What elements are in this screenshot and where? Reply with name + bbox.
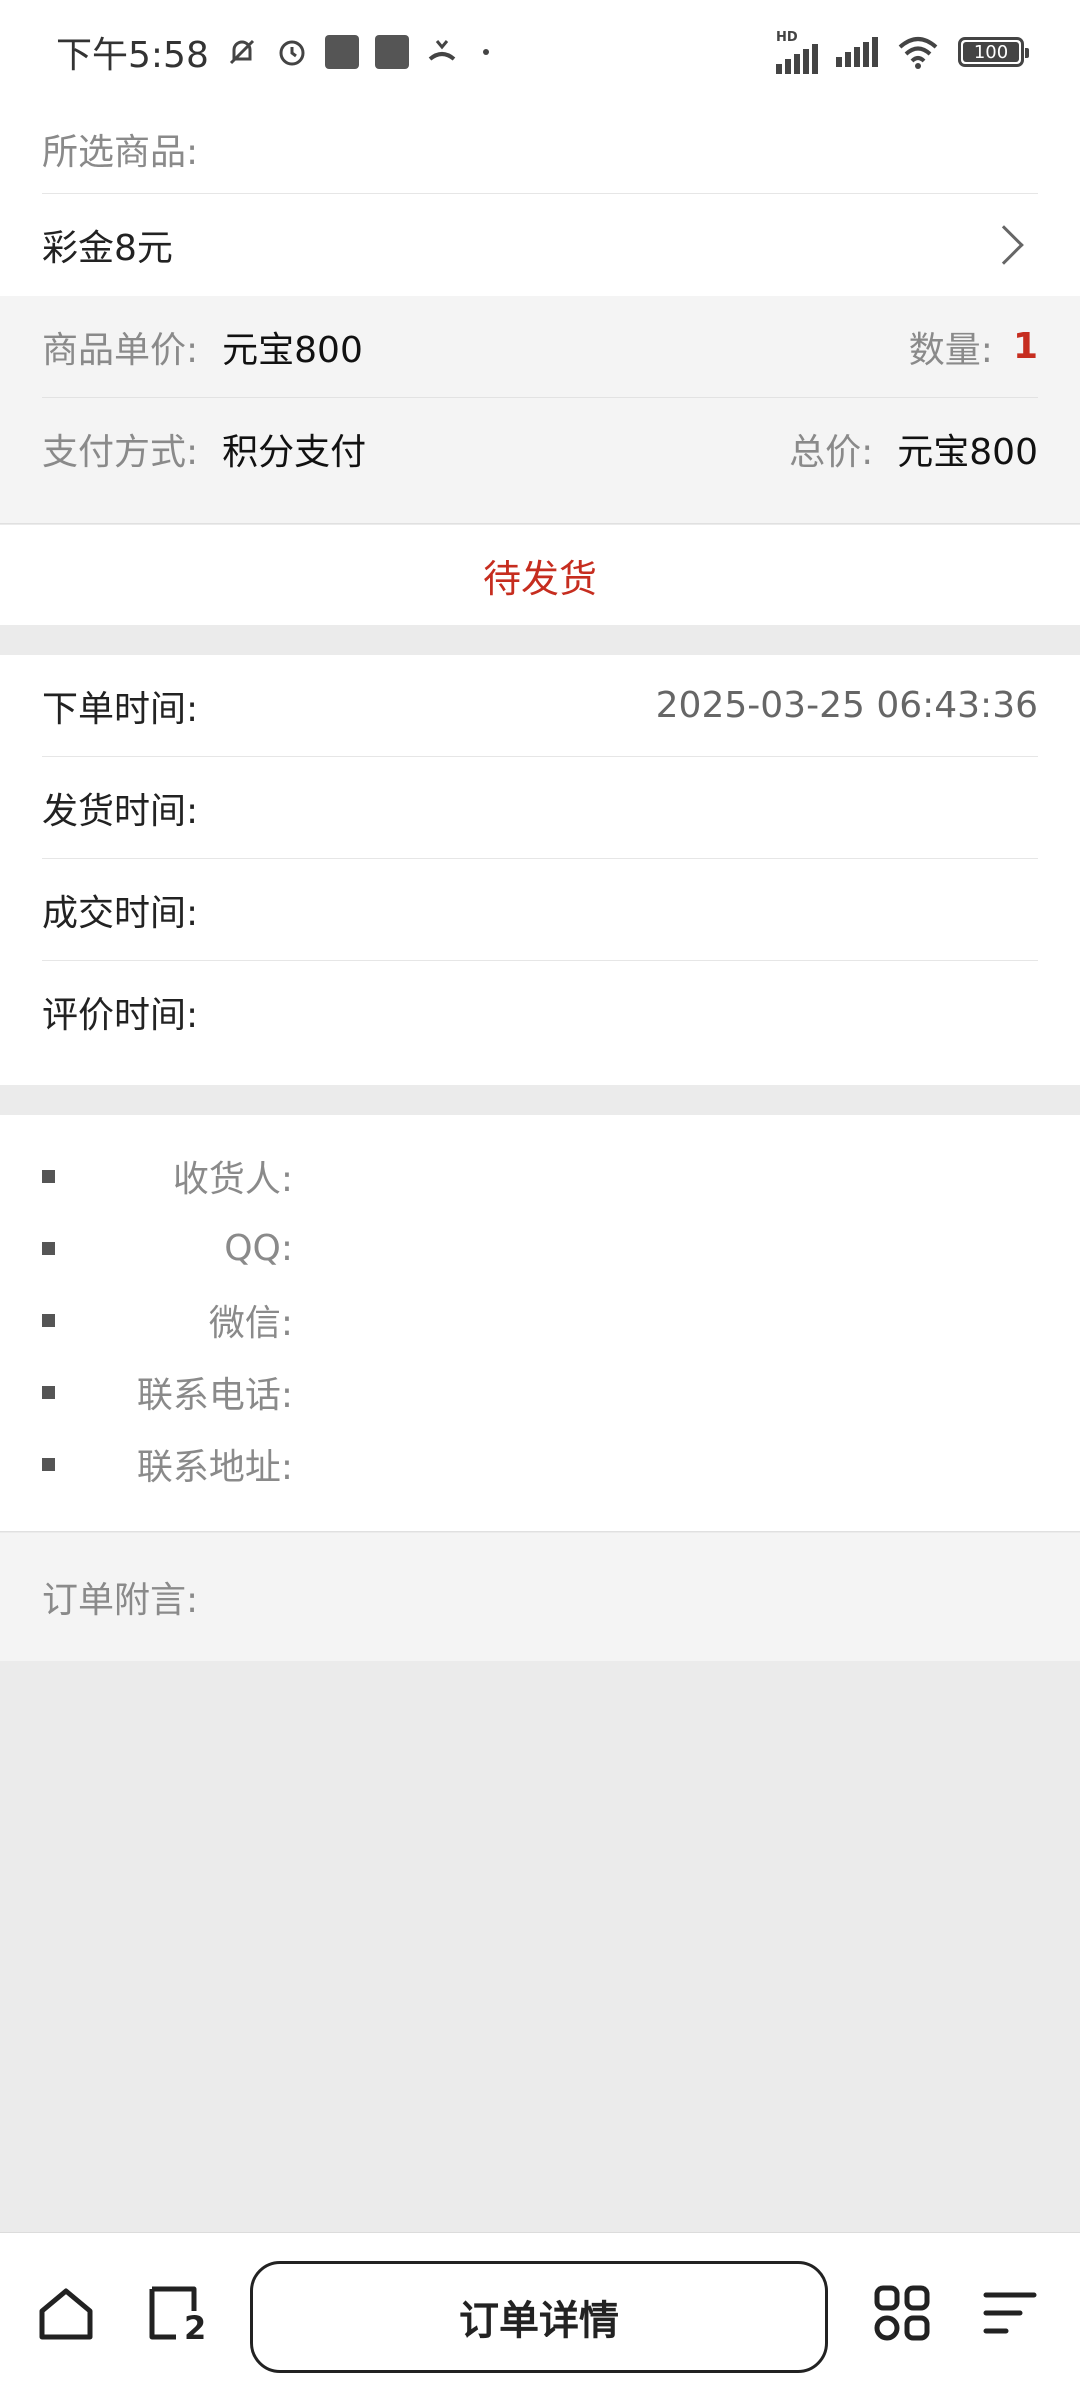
grid-apps-icon[interactable]: [872, 2283, 932, 2343]
menu-icon[interactable]: [980, 2283, 1040, 2343]
signal-icon: [776, 43, 818, 74]
quantity-label: 数量:: [908, 329, 993, 371]
selected-product-section: 所选商品: 彩金8元: [0, 104, 1080, 296]
order-detail-button[interactable]: 订单详情: [250, 2261, 828, 2373]
bullet-icon: [42, 1313, 55, 1327]
network-badge: HD: [776, 29, 798, 45]
order-time-row: 下单时间: 2025-03-25 06:43:36: [42, 655, 1038, 757]
product-row[interactable]: 彩金8元: [42, 194, 1038, 296]
status-time: 下午5:58: [56, 35, 209, 76]
order-status: 待发货: [0, 525, 1080, 625]
contact-section: 收货人: QQ: 微信: 联系电话: 联系地址:: [0, 1115, 1080, 1532]
bullet-icon: [42, 1457, 55, 1471]
qq-label: QQ:: [224, 1227, 293, 1269]
time-label: 发货时间:: [42, 790, 199, 832]
phone-label: 联系电话:: [136, 1375, 293, 1416]
payment-method-value: 积分支付: [222, 432, 367, 473]
list-item: 联系地址:: [42, 1428, 293, 1500]
tabs-button[interactable]: 2: [146, 2283, 206, 2347]
home-icon[interactable]: [36, 2283, 96, 2343]
list-item: 联系电话:: [42, 1356, 293, 1428]
selected-product-label: 所选商品:: [42, 104, 1038, 194]
list-item: QQ:: [42, 1212, 293, 1284]
price-section: 商品单价: 元宝800 数量: 1 支付方式: 积分支付 总价: 元宝800: [0, 296, 1080, 524]
call-icon: [428, 40, 456, 61]
review-time-row: 评价时间:: [42, 961, 1038, 1063]
status-bar: 下午5:58 HD 100: [0, 0, 1080, 104]
order-note: 订单附言:: [0, 1533, 1080, 1661]
battery-icon: 100: [958, 37, 1029, 67]
tab-count: 2: [184, 2309, 207, 2347]
chevron-right-icon: [984, 225, 1024, 265]
bell-muted-icon: [229, 39, 254, 65]
total-price-label: 总价:: [789, 432, 874, 473]
time-label: 成交时间:: [42, 892, 199, 934]
total-price-value: 元宝800: [897, 432, 1038, 473]
bottom-nav-bar: 2 订单详情: [0, 2232, 1080, 2400]
time-value: 2025-03-25 06:43:36: [655, 685, 1038, 726]
payment-method-label: 支付方式:: [42, 432, 199, 473]
app-icon: [374, 35, 409, 69]
time-label: 下单时间:: [42, 688, 199, 730]
address-label: 联系地址:: [136, 1447, 293, 1488]
alarm-icon: [279, 40, 305, 66]
bullet-icon: [42, 1241, 55, 1255]
ship-time-row: 发货时间:: [42, 757, 1038, 859]
bullet-icon: [42, 1385, 55, 1399]
more-notifications-dot: [482, 49, 489, 55]
product-name: 彩金8元: [42, 228, 173, 269]
unit-price-value: 元宝800: [222, 329, 363, 371]
list-item: 微信:: [42, 1284, 293, 1356]
wechat-label: 微信:: [208, 1303, 293, 1344]
payment-row: 支付方式: 积分支付 总价: 元宝800: [42, 398, 1038, 500]
list-item: 收货人:: [42, 1140, 293, 1212]
order-times-section: 下单时间: 2025-03-25 06:43:36 发货时间: 成交时间: 评价…: [0, 655, 1080, 1085]
signal-icon: [836, 37, 878, 67]
deal-time-row: 成交时间:: [42, 859, 1038, 961]
time-label: 评价时间:: [42, 995, 199, 1036]
wifi-icon: [898, 37, 938, 69]
recipient-label: 收货人:: [172, 1159, 293, 1200]
unit-price-label: 商品单价:: [42, 329, 199, 371]
app-icon: [324, 35, 359, 69]
unit-price-row: 商品单价: 元宝800 数量: 1: [42, 296, 1038, 398]
bullet-icon: [42, 1169, 55, 1183]
quantity-value: 1: [1012, 326, 1038, 367]
